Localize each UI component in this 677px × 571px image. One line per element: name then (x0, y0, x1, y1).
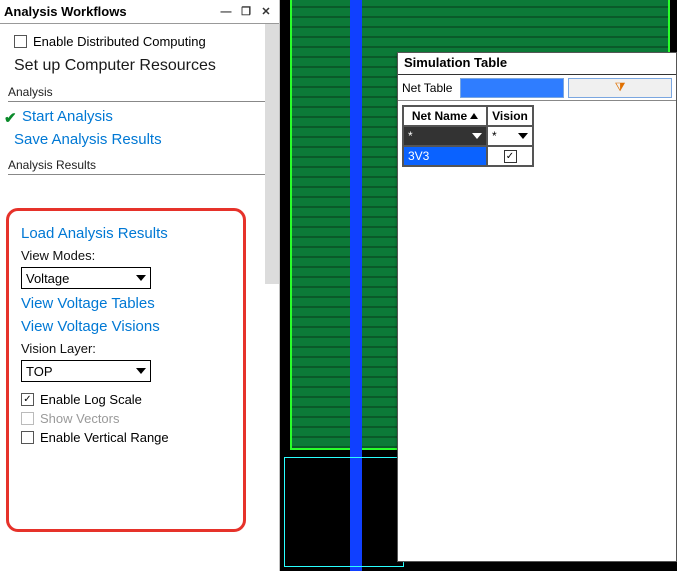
table-row[interactable]: 3V3 ✓ (403, 146, 533, 166)
enable-distributed-checkbox[interactable]: Enable Distributed Computing (14, 34, 269, 49)
checkbox-icon (14, 35, 27, 48)
scrollbar[interactable] (265, 24, 279, 284)
view-mode-value: Voltage (26, 271, 136, 286)
checkbox-icon: ✓ (21, 393, 34, 406)
panel-title: Analysis Workflows (4, 4, 215, 19)
chevron-down-icon (136, 275, 146, 281)
net-table-label: Net Table (402, 81, 452, 95)
pcb-outline (284, 457, 404, 567)
filter-vision-input[interactable]: * (487, 126, 533, 146)
simulation-table-title: Simulation Table (398, 53, 676, 75)
results-highlight-box: Load Analysis Results View Modes: Voltag… (6, 208, 246, 532)
save-results-link[interactable]: Save Analysis Results (14, 131, 269, 148)
col-vision[interactable]: Vision (487, 106, 533, 126)
chevron-down-icon (472, 133, 482, 139)
load-results-label: Load Analysis Results (21, 225, 168, 242)
grid-filter-row: * * (403, 126, 533, 146)
cell-net-name: 3V3 (403, 146, 487, 166)
sort-asc-icon (470, 113, 478, 119)
enable-vrange-label: Enable Vertical Range (40, 430, 169, 445)
grid-header-row: Net Name Vision (403, 106, 533, 126)
simulation-table-panel: Simulation Table Net Table ⧩ Net Name Vi… (397, 52, 677, 562)
checkbox-icon: ✓ (504, 150, 517, 163)
panel-header: Analysis Workflows — ❐ ✕ (0, 0, 279, 24)
simulation-toolbar: Net Table ⧩ (398, 75, 676, 101)
enable-log-label: Enable Log Scale (40, 392, 142, 407)
setup-resources-link[interactable]: Set up Computer Resources (14, 57, 269, 75)
section-results: Analysis Results (8, 158, 269, 175)
show-vectors-label: Show Vectors (40, 411, 120, 426)
view-voltage-visions-link[interactable]: View Voltage Visions (21, 318, 235, 335)
view-modes-label: View Modes: (21, 248, 235, 263)
vision-layer-dropdown[interactable]: TOP (21, 360, 151, 382)
net-table-toggle-button[interactable] (460, 78, 564, 98)
net-grid: Net Name Vision * * 3V3 ✓ (402, 105, 534, 167)
filter-net-input[interactable]: * (403, 126, 487, 146)
funnel-icon: ⧩ (615, 80, 626, 95)
panel-body: Enable Distributed Computing Set up Comp… (0, 24, 279, 183)
start-analysis-label: Start Analysis (22, 108, 113, 125)
checkmark-icon: ✔ (4, 109, 20, 125)
col-net-label: Net Name (412, 109, 467, 123)
save-results-label: Save Analysis Results (14, 131, 162, 148)
close-button[interactable]: ✕ (257, 4, 275, 20)
view-mode-dropdown[interactable]: Voltage (21, 267, 151, 289)
minimize-button[interactable]: — (217, 4, 235, 20)
view-tables-label: View Voltage Tables (21, 295, 155, 312)
show-vectors-checkbox: Show Vectors (21, 411, 235, 426)
chevron-down-icon (136, 368, 146, 374)
enable-distributed-label: Enable Distributed Computing (33, 34, 206, 49)
analysis-workflows-panel: Analysis Workflows — ❐ ✕ Enable Distribu… (0, 0, 280, 571)
view-visions-label: View Voltage Visions (21, 318, 160, 335)
filter-button[interactable]: ⧩ (568, 78, 672, 98)
col-vision-label: Vision (492, 109, 528, 123)
chevron-down-icon (518, 133, 528, 139)
vision-layer-value: TOP (26, 364, 136, 379)
load-results-link[interactable]: Load Analysis Results (21, 225, 235, 242)
section-analysis: Analysis (8, 85, 269, 102)
col-net-name[interactable]: Net Name (403, 106, 487, 126)
checkbox-icon (21, 431, 34, 444)
enable-vertical-range-checkbox[interactable]: Enable Vertical Range (21, 430, 235, 445)
start-analysis-link[interactable]: ✔ Start Analysis (14, 108, 269, 125)
cell-vision[interactable]: ✓ (487, 146, 533, 166)
restore-button[interactable]: ❐ (237, 4, 255, 20)
view-voltage-tables-link[interactable]: View Voltage Tables (21, 295, 235, 312)
filter-net-value: * (408, 129, 413, 143)
filter-vision-value: * (492, 129, 497, 143)
checkbox-icon (21, 412, 34, 425)
vision-layer-label: Vision Layer: (21, 341, 235, 356)
enable-log-scale-checkbox[interactable]: ✓ Enable Log Scale (21, 392, 235, 407)
